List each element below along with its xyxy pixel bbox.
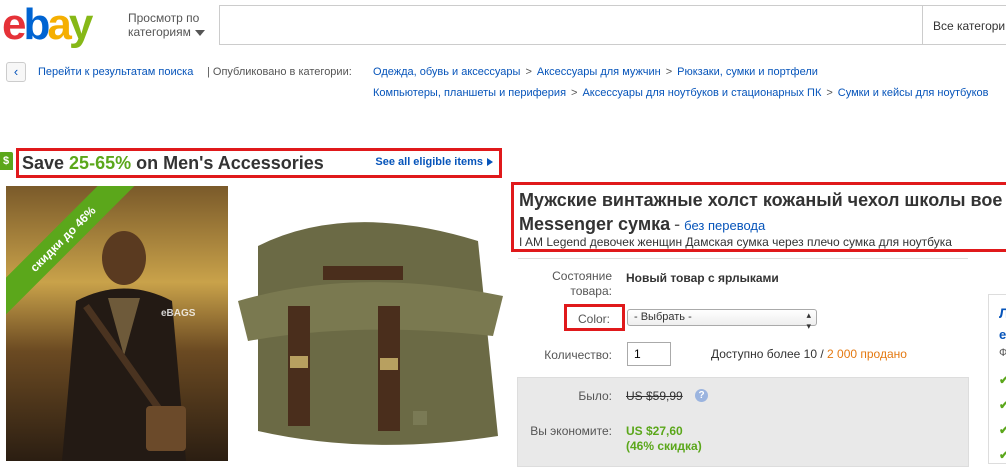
was-price: US $59,99 [626,389,683,403]
savings-amount: US $27,60 [626,424,683,438]
savings-percent: (46% скидка) [626,439,702,453]
breadcrumb-link[interactable]: Рюкзаки, сумки и портфели [677,66,818,78]
check-icon: ✔ [999,423,1006,437]
breadcrumb-separator: > [826,87,833,99]
availability-text: Доступно более 10 / [711,347,828,361]
savings-value: US $27,60 (46% скидка) [626,424,702,454]
divider [518,258,968,259]
condition-label-line2: товара: [570,284,612,298]
bag-photo [228,186,506,461]
promo-link-label: See all eligible items [375,156,483,168]
quantity-input[interactable] [627,342,671,366]
ebay-logo[interactable]: ebay [2,0,94,49]
availability: Доступно более 10 / 2 000 продано [711,347,907,361]
chevron-down-icon [194,29,205,36]
breadcrumb-row-1: Одежда, обувь и аксессуары > Аксессуары дл… [373,66,818,78]
browse-label-line1: Просмотр по [128,11,200,25]
model-photo: eBAGS скидки до 46% [6,186,228,461]
savings-label: Вы экономите: [530,424,612,438]
see-eligible-items-link[interactable]: See all eligible items [375,156,493,168]
breadcrumb-row-2: Компьютеры, планшеты и периферия > Аксессу… [373,87,988,99]
product-image[interactable]: eBAGS скидки до 46% [6,186,506,461]
promo-suffix: on Men's Accessories [131,153,324,173]
breadcrumb: ‹ Перейти к результатам поиска | Опублик… [0,58,1006,104]
back-to-results-link[interactable]: Перейти к результатам поиска [38,66,193,78]
promo-highlight: 25-65% [69,153,132,173]
search-input[interactable] [219,5,923,45]
translation-link[interactable]: без перевода [684,218,765,233]
item-subtitle: I AM Legend девочек женщин Дамская сумка… [519,235,952,249]
condition-label: Состояние товара: [548,269,612,299]
dollar-tag-icon: $ [0,152,13,170]
header: ebay Просмотр по категориям Все категори [0,0,1006,48]
category-select[interactable]: Все категори [922,5,1006,45]
title-dash: - [674,214,681,234]
browse-label-line2: категориям [128,25,191,39]
item-title: Мужские винтажные холст кожаный чехол шк… [519,190,1003,210]
breadcrumb-link[interactable]: Аксессуары для мужчин [537,66,661,78]
breadcrumb-link[interactable]: Аксессуары для ноутбуков и стационарных … [582,87,821,99]
sold-count-link[interactable]: 2 000 продано [827,347,907,361]
category-label: | Опубликовано в категории: [207,66,352,78]
logo-letter-e: e [2,0,27,49]
model-silhouette [62,231,186,461]
color-select[interactable]: - Выбрать - ▴ ▾ [627,309,817,331]
condition-value: Новый товар с ярлыками [626,271,779,285]
breadcrumb-separator: > [525,66,532,78]
breadcrumb-separator: > [571,87,578,99]
browse-categories-button[interactable]: Просмотр по категориям [128,11,205,39]
item-title-box: Мужские винтажные холст кожаный чехол шк… [511,182,1006,252]
color-label-box: Color: [564,304,625,331]
logo-letter-y: y [68,0,94,49]
seller-card: Л е Ф ✔ ✔ ✔ ✔ [988,294,1006,464]
seller-card-name[interactable]: е [999,327,1006,342]
promo-text: Save 25-65% on Men's Accessories [22,152,324,174]
was-label: Было: [578,389,612,403]
quantity-label: Количество: [544,348,612,362]
check-icon: ✔ [999,448,1006,462]
promo-banner: Save 25-65% on Men's Accessories See all… [16,148,502,178]
color-label: Color: [578,312,611,326]
play-arrow-icon [487,158,493,167]
breadcrumb-link[interactable]: Сумки и кейсы для ноутбуков [838,87,989,99]
condition-label-line1: Состояние [552,269,612,283]
bag-illustration [238,222,503,445]
breadcrumb-link[interactable]: Одежда, обувь и аксессуары [373,66,520,78]
ebags-watermark: eBAGS [161,308,196,319]
promo-prefix: Save [22,153,70,173]
help-icon[interactable]: ? [695,389,708,402]
logo-letter-b: b [23,0,50,49]
seller-card-text: Ф [999,347,1006,359]
check-icon: ✔ [999,373,1006,387]
back-arrow-icon[interactable]: ‹ [6,62,26,82]
breadcrumb-link[interactable]: Компьютеры, планшеты и периферия [373,87,566,99]
select-arrows-icon: ▴ ▾ [806,310,811,331]
logo-letter-a: a [47,0,72,49]
breadcrumb-separator: > [665,66,673,78]
color-select-value: - Выбрать - [634,311,692,323]
item-title-end: Messenger сумка [519,214,671,234]
seller-card-title[interactable]: Л [999,305,1006,321]
check-icon: ✔ [999,398,1006,412]
